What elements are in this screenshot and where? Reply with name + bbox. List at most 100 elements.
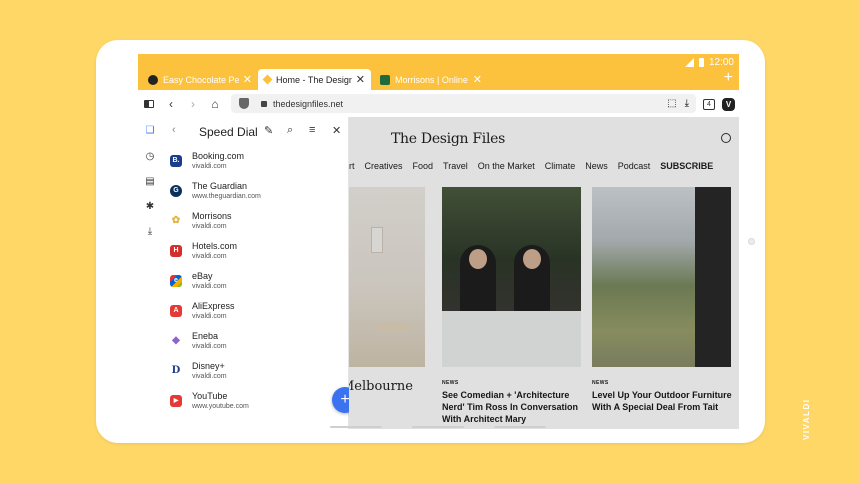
head-shape <box>469 249 487 269</box>
search-icon[interactable] <box>721 133 731 143</box>
speed-dial-panel: ‹ Speed Dial ✎ ⌕ ≡ ✕ B. Booking.com vival… <box>162 117 358 429</box>
lamp-shape <box>371 227 383 253</box>
menu-item[interactable]: rt <box>349 161 355 171</box>
speed-dial-item-aliexpress[interactable]: A AliExpress vivaldi.com <box>170 297 340 325</box>
close-icon[interactable]: ✕ <box>243 73 252 86</box>
new-tab-button[interactable]: + <box>724 70 733 86</box>
tab-favicon-icon <box>380 74 390 85</box>
sort-icon[interactable]: ≡ <box>309 124 315 136</box>
speed-dial-item-disney[interactable]: D Disney+ vivaldi.com <box>170 357 340 385</box>
booking-favicon-icon: B. <box>170 155 182 167</box>
item-name: Eneba <box>192 331 219 341</box>
panel-header: ‹ Speed Dial ✎ ⌕ ≡ ✕ <box>162 117 349 145</box>
table-shape <box>442 311 581 367</box>
close-icon[interactable]: ✕ <box>356 73 365 86</box>
item-url: vivaldi.com <box>192 343 227 350</box>
menu-item[interactable]: Travel <box>443 161 468 171</box>
menu-item[interactable]: On the Market <box>478 161 535 171</box>
article-image-interior[interactable] <box>349 187 425 367</box>
vivaldi-menu-icon[interactable]: V <box>722 98 735 111</box>
subscribe-link[interactable]: SUBSCRIBE <box>660 161 713 171</box>
menu-item[interactable]: Food <box>413 161 434 171</box>
item-url: vivaldi.com <box>192 373 227 380</box>
bookmarks-panel-icon[interactable]: ❑ <box>144 125 156 137</box>
url-input[interactable]: thedesignfiles.net <box>231 94 696 113</box>
download-icon[interactable]: ⤓ <box>685 98 689 109</box>
battery-icon <box>698 58 704 67</box>
guardian-favicon-icon: G <box>170 185 182 197</box>
menu-item[interactable]: Podcast <box>618 161 651 171</box>
browser-screen: 12:00 Easy Chocolate Pe ✕ Home - The Des… <box>138 54 739 429</box>
news-tag: NEWS <box>592 380 609 386</box>
article-headline-left[interactable]: Melbourne <box>349 379 413 394</box>
item-url: www.theguardian.com <box>192 193 261 200</box>
panel-title: Speed Dial <box>199 125 258 139</box>
tab-title: Easy Chocolate Pe <box>163 74 239 85</box>
tab-easy-chocolate[interactable]: Easy Chocolate Pe ✕ <box>142 69 258 90</box>
tab-morrisons[interactable]: Morrisons | Online ✕ <box>374 69 488 90</box>
tab-bar: 12:00 Easy Chocolate Pe ✕ Home - The Des… <box>138 54 739 90</box>
close-icon[interactable]: ✕ <box>473 73 482 86</box>
tab-title: Morrisons | Online <box>395 74 468 85</box>
article-image-outdoor[interactable] <box>592 187 731 367</box>
disney-favicon-icon: D <box>171 365 181 376</box>
url-text: thedesignfiles.net <box>273 98 344 109</box>
speed-dial-item-ebay[interactable]: e eBay vivaldi.com <box>170 267 340 295</box>
item-url: vivaldi.com <box>192 163 227 170</box>
speed-dial-item-morrisons[interactable]: ✿ Morrisons vivaldi.com <box>170 207 340 235</box>
article-headline[interactable]: See Comedian + 'Architecture Nerd' Tim R… <box>442 389 582 425</box>
item-name: AliExpress <box>192 301 235 311</box>
downloads-panel-icon[interactable]: ⤓ <box>144 226 156 238</box>
morrisons-favicon-icon: ✿ <box>171 215 181 226</box>
speed-dial-item-youtube[interactable]: ▶ YouTube www.youtube.com <box>170 387 340 415</box>
menu-item[interactable]: Climate <box>545 161 576 171</box>
speed-dial-item-eneba[interactable]: ◆ Eneba vivaldi.com <box>170 327 340 355</box>
panel-strip: ❑ ◷ ▤ ✱ ⤓ <box>138 117 162 429</box>
search-icon[interactable]: ⌕ <box>287 124 293 137</box>
translate-panel-icon[interactable]: ✱ <box>144 201 156 213</box>
notes-panel-icon[interactable]: ▤ <box>144 176 156 188</box>
tablet-camera <box>748 238 755 245</box>
tab-title: Home - The Design <box>276 74 352 85</box>
back-icon[interactable]: ‹ <box>160 93 182 115</box>
item-name: Disney+ <box>192 361 225 371</box>
signal-icon <box>684 58 694 67</box>
head-shape <box>523 249 541 269</box>
speed-dial-item-hotels[interactable]: H Hotels.com vivaldi.com <box>170 237 340 265</box>
url-actions: ⬚ ⤓ <box>667 94 689 113</box>
lock-icon <box>261 100 267 107</box>
tab-home-the-design-files[interactable]: Home - The Design ✕ <box>258 69 371 90</box>
item-url: vivaldi.com <box>192 223 227 230</box>
site-menu: rt Creatives Food Travel On the Market C… <box>349 161 713 171</box>
history-panel-icon[interactable]: ◷ <box>144 151 156 163</box>
edit-icon[interactable]: ✎ <box>264 124 273 137</box>
site-logo[interactable]: The Design Files <box>391 131 505 147</box>
item-url: www.youtube.com <box>192 403 249 410</box>
item-url: vivaldi.com <box>192 313 227 320</box>
shield-icon[interactable] <box>239 98 249 109</box>
item-name: YouTube <box>192 391 228 401</box>
menu-item[interactable]: Creatives <box>365 161 403 171</box>
back-icon[interactable]: ‹ <box>172 124 176 136</box>
bookmark-icon[interactable]: ⬚ <box>667 98 676 109</box>
article-headline[interactable]: Level Up Your Outdoor Furniture With A S… <box>592 389 732 413</box>
item-name: Hotels.com <box>192 241 238 251</box>
wall-shape <box>695 187 731 367</box>
speed-dial-item-booking[interactable]: B. Booking.com vivaldi.com <box>170 147 340 175</box>
gesture-bar <box>330 426 546 428</box>
home-icon[interactable]: ⌂ <box>204 93 226 115</box>
forward-icon[interactable]: › <box>182 93 204 115</box>
item-name: eBay <box>192 271 213 281</box>
item-name: The Guardian <box>192 181 248 191</box>
speed-dial-item-guardian[interactable]: G The Guardian www.theguardian.com <box>170 177 340 205</box>
close-icon[interactable]: ✕ <box>332 124 341 137</box>
status-bar: 12:00 <box>684 57 734 68</box>
news-tag: NEWS <box>442 380 459 386</box>
panel-toggle-icon[interactable] <box>138 93 160 115</box>
tab-count-button[interactable]: 4 <box>703 99 715 110</box>
menu-item[interactable]: News <box>585 161 608 171</box>
article-image-portrait[interactable] <box>442 187 581 367</box>
eneba-favicon-icon: ◆ <box>172 335 180 346</box>
table-shape <box>373 323 413 331</box>
item-name: Booking.com <box>192 151 245 161</box>
